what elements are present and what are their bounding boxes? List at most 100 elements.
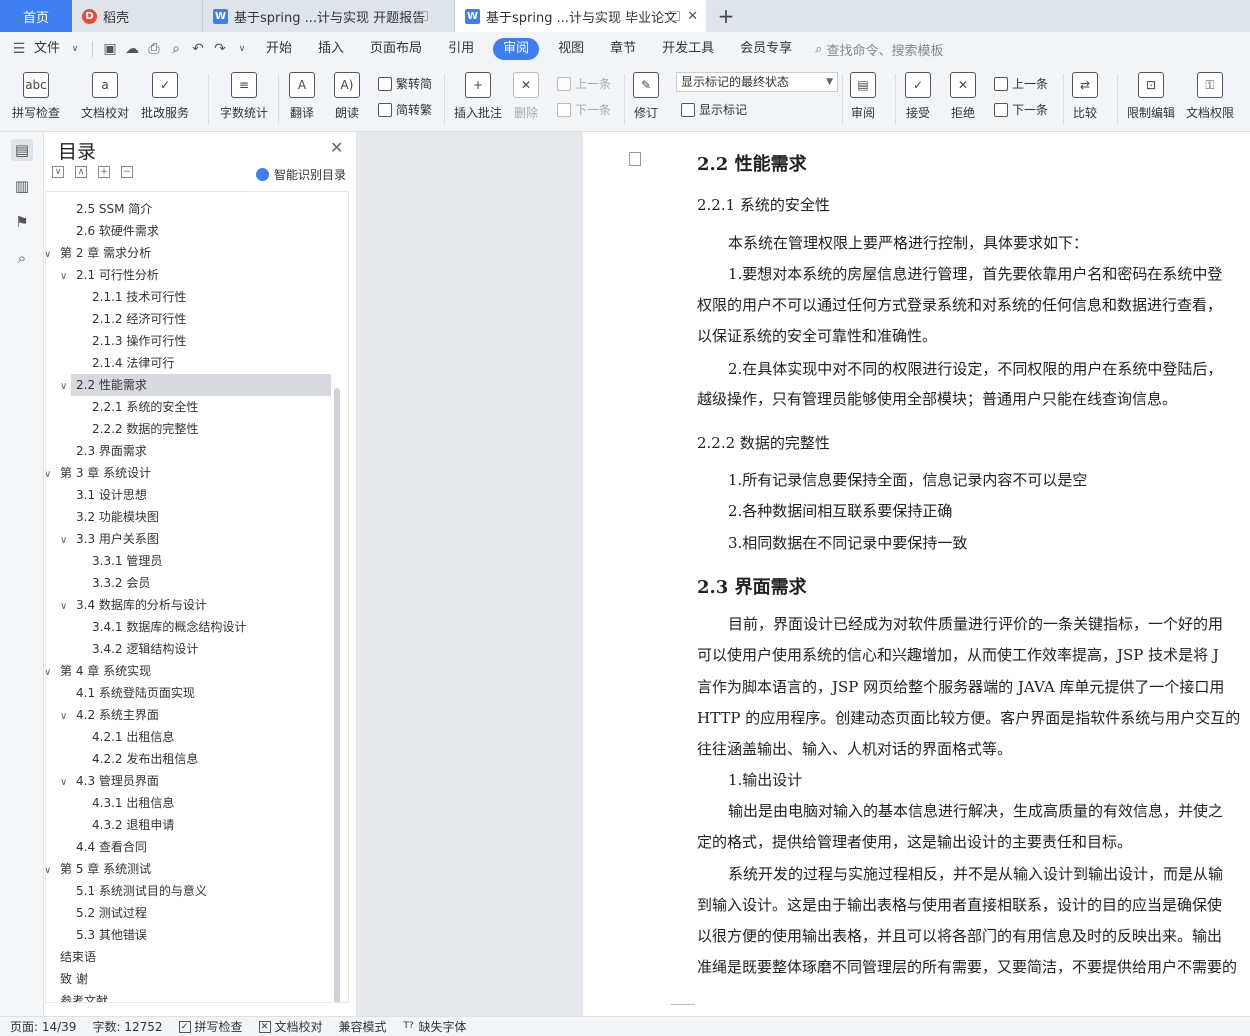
toc-item[interactable]: ∨ 4.2 系统主界面 bbox=[60, 704, 159, 726]
menu-start[interactable]: 开始 bbox=[253, 38, 305, 60]
toc-item[interactable]: 3.4.2 逻辑结构设计 bbox=[92, 638, 198, 660]
chapter-nav-icon[interactable]: ▥ bbox=[11, 175, 33, 197]
to-traditional-button[interactable]: 繁转简 bbox=[378, 75, 432, 92]
prev-change-button[interactable]: 上一条 bbox=[994, 75, 1048, 92]
menu-review[interactable]: 审阅 bbox=[493, 38, 540, 60]
doc-proof-button[interactable]: a 文档校对 bbox=[81, 66, 129, 121]
compare-button[interactable]: ⇄ 比较 bbox=[1072, 66, 1098, 121]
accept-button[interactable]: ✓ 接受 bbox=[905, 66, 931, 121]
toc-item[interactable]: 3.2 功能模块图 bbox=[76, 506, 159, 528]
toc-item[interactable]: 2.2.1 系统的安全性 bbox=[92, 396, 198, 418]
toc-item[interactable]: 参考文献 bbox=[60, 990, 108, 1002]
missing-font-indicator[interactable]: T? 缺失字体 bbox=[403, 1018, 466, 1035]
spell-check-button[interactable]: abc 拼写检查 bbox=[12, 66, 60, 121]
chevron-down-icon[interactable]: ∨ bbox=[60, 772, 72, 794]
toc-item[interactable]: ∨ 2.2 性能需求 bbox=[60, 374, 147, 396]
toc-scrollbar[interactable] bbox=[334, 388, 340, 1002]
chevron-down-icon[interactable]: ∨ bbox=[60, 376, 72, 398]
toc-item[interactable]: ∨ 3.4 数据库的分析与设计 bbox=[60, 594, 207, 616]
collapse-all-icon[interactable]: − bbox=[121, 166, 133, 178]
toc-item[interactable]: 结束语 bbox=[60, 946, 96, 968]
toc-item[interactable]: 3.3.2 会员 bbox=[92, 572, 150, 594]
print-icon[interactable]: ⎙ bbox=[143, 38, 165, 60]
tab-home[interactable]: 首页 bbox=[0, 0, 72, 32]
delete-comment-button[interactable]: ✕ 删除 bbox=[513, 66, 539, 121]
to-simplified-button[interactable]: 简转繁 bbox=[378, 101, 432, 118]
new-tab-button[interactable]: + bbox=[706, 0, 746, 32]
toc-item[interactable]: 2.1.1 技术可行性 bbox=[92, 286, 186, 308]
chevron-down-icon[interactable]: ∨ bbox=[231, 38, 253, 60]
expand-level-icon[interactable]: ∨ bbox=[52, 166, 64, 178]
tab-proposal-doc[interactable]: W 基于spring ...计与实现 开题报告 bbox=[202, 0, 454, 32]
save-icon[interactable]: ▣ bbox=[99, 38, 121, 60]
toc-item[interactable]: ∨ 第 2 章 需求分析 bbox=[46, 242, 151, 266]
toc-item[interactable]: 2.1.3 操作可行性 bbox=[92, 330, 186, 352]
page-options-icon[interactable] bbox=[629, 152, 641, 166]
search-icon[interactable]: ⌕ bbox=[815, 42, 822, 57]
toc-item[interactable]: 5.1 系统测试目的与意义 bbox=[76, 880, 207, 902]
chevron-down-icon[interactable]: ∨ bbox=[60, 530, 72, 552]
insert-comment-button[interactable]: + 插入批注 bbox=[454, 66, 502, 121]
menu-member[interactable]: 会员专享 bbox=[727, 38, 805, 60]
menu-layout[interactable]: 页面布局 bbox=[357, 38, 435, 60]
menu-insert[interactable]: 插入 bbox=[305, 38, 357, 60]
toc-panel-icon[interactable]: ▤ bbox=[11, 139, 33, 161]
toc-item[interactable]: 4.2.2 发布出租信息 bbox=[92, 748, 198, 770]
toc-item[interactable]: 5.3 其他错误 bbox=[76, 924, 147, 946]
menu-chapter[interactable]: 章节 bbox=[597, 38, 649, 60]
document-page[interactable]: 2.2 性能需求 2.2.1 系统的安全性 本系统在管理权限上要严格进行控制，具体要… bbox=[583, 132, 1250, 1016]
chevron-down-icon[interactable]: ∨ bbox=[46, 860, 56, 882]
toc-item[interactable]: 2.3 界面需求 bbox=[76, 440, 147, 462]
word-count-button[interactable]: ≡ 字数统计 bbox=[220, 66, 268, 121]
toc-item[interactable]: ∨ 3.3 用户关系图 bbox=[60, 528, 159, 550]
chevron-down-icon[interactable]: ∨ bbox=[46, 244, 56, 266]
undo-icon[interactable]: ↶ bbox=[187, 38, 209, 60]
bookmark-icon[interactable]: ⚑ bbox=[11, 211, 33, 233]
read-aloud-button[interactable]: A) 朗读 bbox=[334, 66, 360, 121]
status-doc-proof[interactable]: ✕ 文档校对 bbox=[258, 1018, 323, 1035]
cloud-icon[interactable]: ☁ bbox=[121, 38, 143, 60]
toc-item[interactable]: ∨ 第 4 章 系统实现 bbox=[46, 660, 151, 682]
toc-item[interactable]: ∨ 2.1 可行性分析 bbox=[60, 264, 159, 286]
toc-item[interactable]: ∨ 4.3 管理员界面 bbox=[60, 770, 159, 792]
close-tab-icon[interactable]: ✕ bbox=[687, 9, 698, 24]
toc-item[interactable]: ∨ 第 3 章 系统设计 bbox=[46, 462, 151, 486]
next-change-button[interactable]: 下一条 bbox=[994, 101, 1048, 118]
show-markup-button[interactable]: 显示标记 bbox=[681, 101, 747, 118]
print-preview-icon[interactable]: ⌕ bbox=[165, 38, 187, 60]
expand-all-icon[interactable]: + bbox=[98, 166, 110, 178]
revise-button[interactable]: ✎ 修订 bbox=[633, 66, 659, 121]
menu-view[interactable]: 视图 bbox=[545, 38, 597, 60]
command-search[interactable]: 查找命令、搜索模板 bbox=[826, 40, 943, 59]
file-menu[interactable]: 文件 bbox=[30, 38, 64, 60]
toc-item[interactable]: 2.1.4 法律可行 bbox=[92, 352, 174, 374]
restrict-edit-button[interactable]: ⊡ 限制编辑 bbox=[1127, 66, 1175, 121]
search-icon[interactable]: ⌕ bbox=[11, 247, 33, 269]
toc-item[interactable]: 4.1 系统登陆页面实现 bbox=[76, 682, 195, 704]
toc-item[interactable]: 3.4.1 数据库的概念结构设计 bbox=[92, 616, 246, 638]
status-spell-check[interactable]: ✓ 拼写检查 bbox=[178, 1018, 243, 1035]
toc-item[interactable]: 2.6 软硬件需求 bbox=[76, 220, 159, 242]
chevron-down-icon[interactable]: ∨ bbox=[46, 464, 56, 486]
chevron-down-icon[interactable]: ∨ bbox=[60, 596, 72, 618]
smart-toc-button[interactable]: 智能识别目录 bbox=[256, 166, 346, 183]
toc-item[interactable]: 3.3.1 管理员 bbox=[92, 550, 162, 572]
toc-item[interactable]: 4.4 查看合同 bbox=[76, 836, 147, 858]
markup-state-select[interactable]: 显示标记的最终状态 ▼ bbox=[676, 72, 838, 92]
toc-item[interactable]: 4.3.1 出租信息 bbox=[92, 792, 174, 814]
toc-item[interactable]: 2.2.2 数据的完整性 bbox=[92, 418, 198, 440]
next-comment-button[interactable]: 下一条 bbox=[557, 101, 611, 118]
translate-button[interactable]: A 翻译 bbox=[289, 66, 315, 121]
menu-dev-tools[interactable]: 开发工具 bbox=[649, 38, 727, 60]
tab-thesis-doc[interactable]: W 基于spring ...计与实现 毕业论文 ✕ bbox=[454, 0, 706, 32]
prev-comment-button[interactable]: 上一条 bbox=[557, 75, 611, 92]
toc-item[interactable]: 4.2.1 出租信息 bbox=[92, 726, 174, 748]
close-icon[interactable]: ✕ bbox=[330, 138, 343, 157]
review-pane-button[interactable]: ▤ 审阅 bbox=[850, 66, 876, 121]
chevron-down-icon[interactable]: ∨ bbox=[64, 38, 86, 60]
redo-icon[interactable]: ↷ bbox=[209, 38, 231, 60]
doc-permission-button[interactable]: ⚿ 文档权限 bbox=[1186, 66, 1234, 121]
batch-service-button[interactable]: ✓ 批改服务 bbox=[141, 66, 189, 121]
reject-button[interactable]: ✕ 拒绝 bbox=[950, 66, 976, 121]
chevron-down-icon[interactable]: ∨ bbox=[60, 266, 72, 288]
